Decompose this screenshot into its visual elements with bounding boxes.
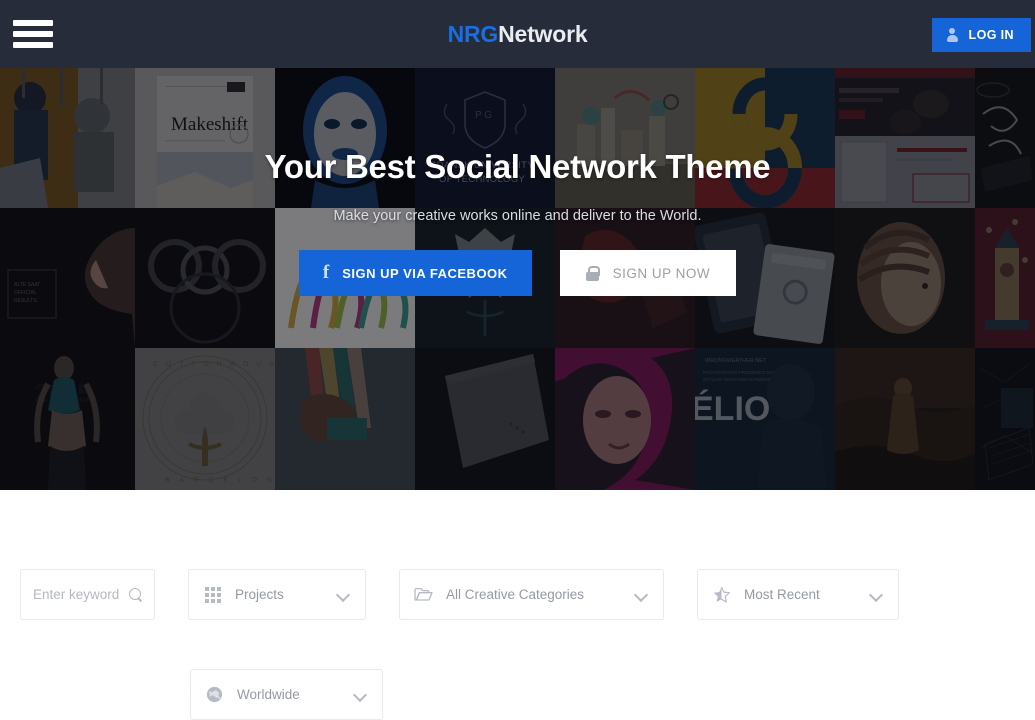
logo-secondary-text: Network — [498, 21, 587, 48]
globe-icon — [205, 686, 224, 703]
filter-row-primary: Projects All Creative Categories — [20, 569, 899, 620]
sort-dropdown[interactable]: Most Recent — [697, 569, 899, 620]
category-dropdown[interactable]: All Creative Categories — [399, 569, 664, 620]
grid-icon — [203, 587, 222, 603]
filter-section: Projects All Creative Categories — [0, 490, 1035, 716]
hero-content: Your Best Social Network Theme Make your… — [0, 68, 1035, 490]
lock-icon — [586, 266, 599, 281]
site-header: NRGNetwork LOG IN — [0, 0, 1035, 68]
user-icon — [946, 28, 959, 42]
search-icon[interactable] — [129, 588, 142, 602]
signup-now-button[interactable]: SIGN UP NOW — [560, 250, 737, 296]
category-label: All Creative Categories — [446, 587, 636, 602]
filter-row-secondary: Worldwide — [190, 669, 383, 720]
location-label: Worldwide — [237, 687, 355, 702]
signup-facebook-button[interactable]: f SIGN UP VIA FACEBOOK — [299, 250, 532, 296]
login-button-label: LOG IN — [969, 28, 1014, 42]
folder-icon — [414, 587, 433, 602]
signup-now-label: SIGN UP NOW — [613, 266, 711, 281]
sort-label: Most Recent — [744, 587, 871, 602]
hero-subtitle: Make your creative works online and deli… — [333, 208, 701, 224]
keyword-search-box[interactable] — [20, 569, 155, 620]
folder-icon-glyph — [414, 587, 433, 602]
signup-facebook-label: SIGN UP VIA FACEBOOK — [342, 266, 507, 281]
chevron-down-icon[interactable] — [355, 689, 366, 700]
location-dropdown[interactable]: Worldwide — [190, 669, 383, 720]
search-input[interactable] — [33, 587, 129, 602]
hero-title: Your Best Social Network Theme — [265, 148, 771, 186]
hero-section: Makeshift — [0, 68, 1035, 490]
chevron-down-icon[interactable] — [871, 589, 882, 600]
content-type-label: Projects — [235, 587, 338, 602]
site-logo[interactable]: NRGNetwork — [0, 0, 1035, 68]
facebook-f-icon: f — [323, 263, 329, 282]
logo-primary-text: NRG — [448, 21, 499, 48]
hero-cta-group: f SIGN UP VIA FACEBOOK SIGN UP NOW — [299, 250, 736, 296]
star-icon — [712, 586, 731, 604]
chevron-down-icon[interactable] — [636, 589, 647, 600]
content-type-dropdown[interactable]: Projects — [188, 569, 366, 620]
login-button[interactable]: LOG IN — [932, 18, 1031, 52]
grid-icon-cells — [205, 587, 221, 603]
star-icon-glyph — [712, 586, 731, 604]
globe-icon-glyph — [206, 686, 223, 703]
chevron-down-icon[interactable] — [338, 589, 349, 600]
